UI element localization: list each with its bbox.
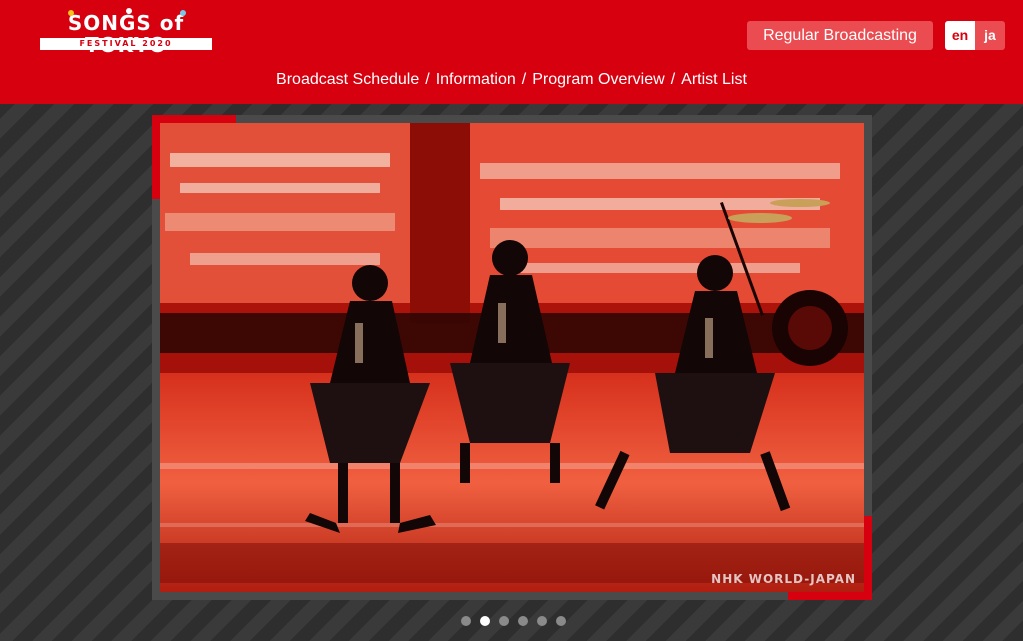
nhk-world-watermark: NHK WORLD-JAPAN xyxy=(711,572,856,586)
main-nav: Broadcast Schedule / Information / Program O… xyxy=(0,69,1023,91)
slide-pagination xyxy=(461,616,571,628)
regular-broadcasting-button[interactable]: Regular Broadcasting xyxy=(747,21,933,50)
nav-artist-list[interactable]: Artist List xyxy=(681,71,747,88)
slide-dot-6[interactable] xyxy=(556,616,566,626)
slide-dot-1[interactable] xyxy=(461,616,471,626)
slide-photo[interactable]: NHK WORLD-JAPAN xyxy=(160,123,864,592)
language-en-button[interactable]: en xyxy=(945,21,975,50)
frame-corner-accent xyxy=(864,516,872,600)
nav-broadcast-schedule[interactable]: Broadcast Schedule xyxy=(276,71,419,88)
concert-performance-image xyxy=(160,123,864,592)
frame-corner-accent xyxy=(152,115,236,123)
slide-dot-5[interactable] xyxy=(537,616,547,626)
logo-dot-icon xyxy=(180,10,186,16)
nav-information[interactable]: Information xyxy=(436,71,516,88)
frame-corner-accent xyxy=(788,592,872,600)
slide-dot-3[interactable] xyxy=(499,616,509,626)
site-header: SONGS of TOKYO FESTIVAL 2020 Regular Bro… xyxy=(0,0,1023,104)
nav-separator: / xyxy=(670,71,676,88)
nav-separator: / xyxy=(425,71,430,88)
logo-dot-icon xyxy=(68,10,74,16)
language-ja-button[interactable]: ja xyxy=(975,21,1005,50)
frame-corner-accent xyxy=(152,115,160,199)
slide-dot-2[interactable] xyxy=(480,616,490,626)
nav-program-overview[interactable]: Program Overview xyxy=(532,71,664,88)
logo-dot-icon xyxy=(126,8,132,14)
nav-separator: / xyxy=(521,71,527,88)
slide-dot-4[interactable] xyxy=(518,616,528,626)
site-logo[interactable]: SONGS of TOKYO FESTIVAL 2020 xyxy=(40,8,212,56)
logo-subtitle: FESTIVAL 2020 xyxy=(40,38,212,50)
